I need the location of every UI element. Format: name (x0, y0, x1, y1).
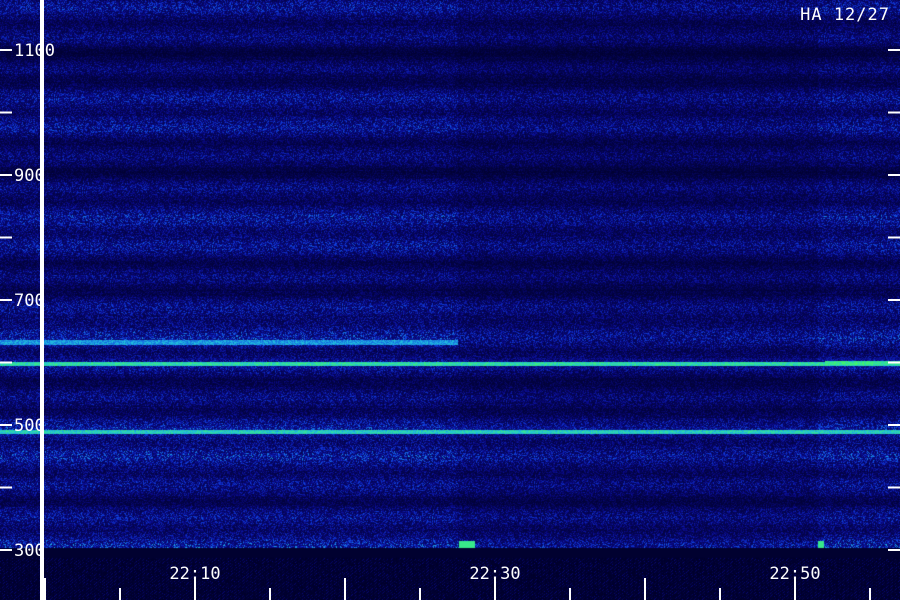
y-axis-left-ticks (0, 49, 12, 551)
x-tick-label: 22:30 (469, 564, 520, 584)
x-tick-label: 22:50 (769, 564, 820, 584)
x-tick-label: 22:10 (169, 564, 220, 584)
y-axis-right-ticks (888, 49, 900, 551)
corner-label: HA 12/27 (800, 5, 890, 25)
y-tick-label: 1100 (14, 41, 55, 61)
y-axis-labels: 3005007009001100 (14, 41, 55, 561)
chart-overlay: 3005007009001100 22:10 22:30 22:50 (0, 0, 900, 600)
x-axis-labels: 22:10 22:30 22:50 (169, 564, 820, 584)
